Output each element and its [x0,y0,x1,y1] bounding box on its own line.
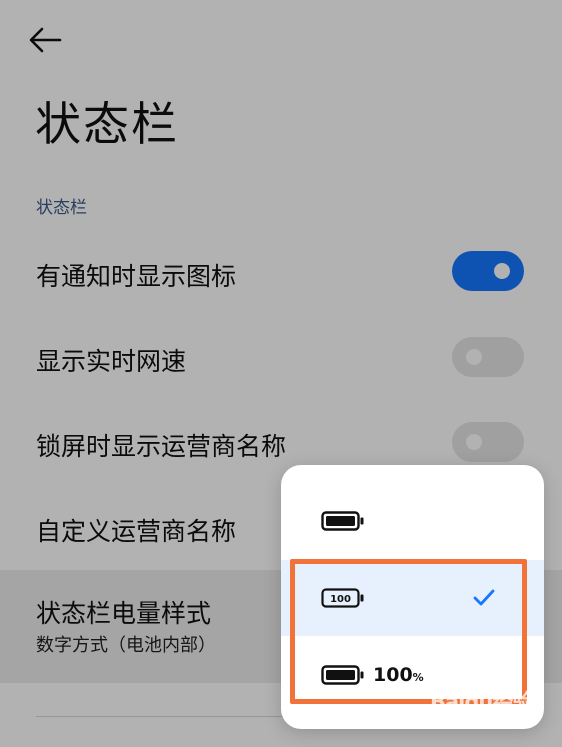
watermark-url: jingyan.baidu.com [436,715,538,728]
battery-option-icon-only[interactable] [281,483,544,559]
watermark: Baidu经验 jingyan.baidu.com [430,686,555,736]
annotation-highlight-box [290,559,527,704]
watermark-logo: Baidu经验 [430,690,533,714]
settings-screen: 状态栏 状态栏 有通知时显示图标 显示实时网速 锁屏时显示运营商名称 自定义运营… [0,0,562,747]
battery-icon [321,511,364,531]
